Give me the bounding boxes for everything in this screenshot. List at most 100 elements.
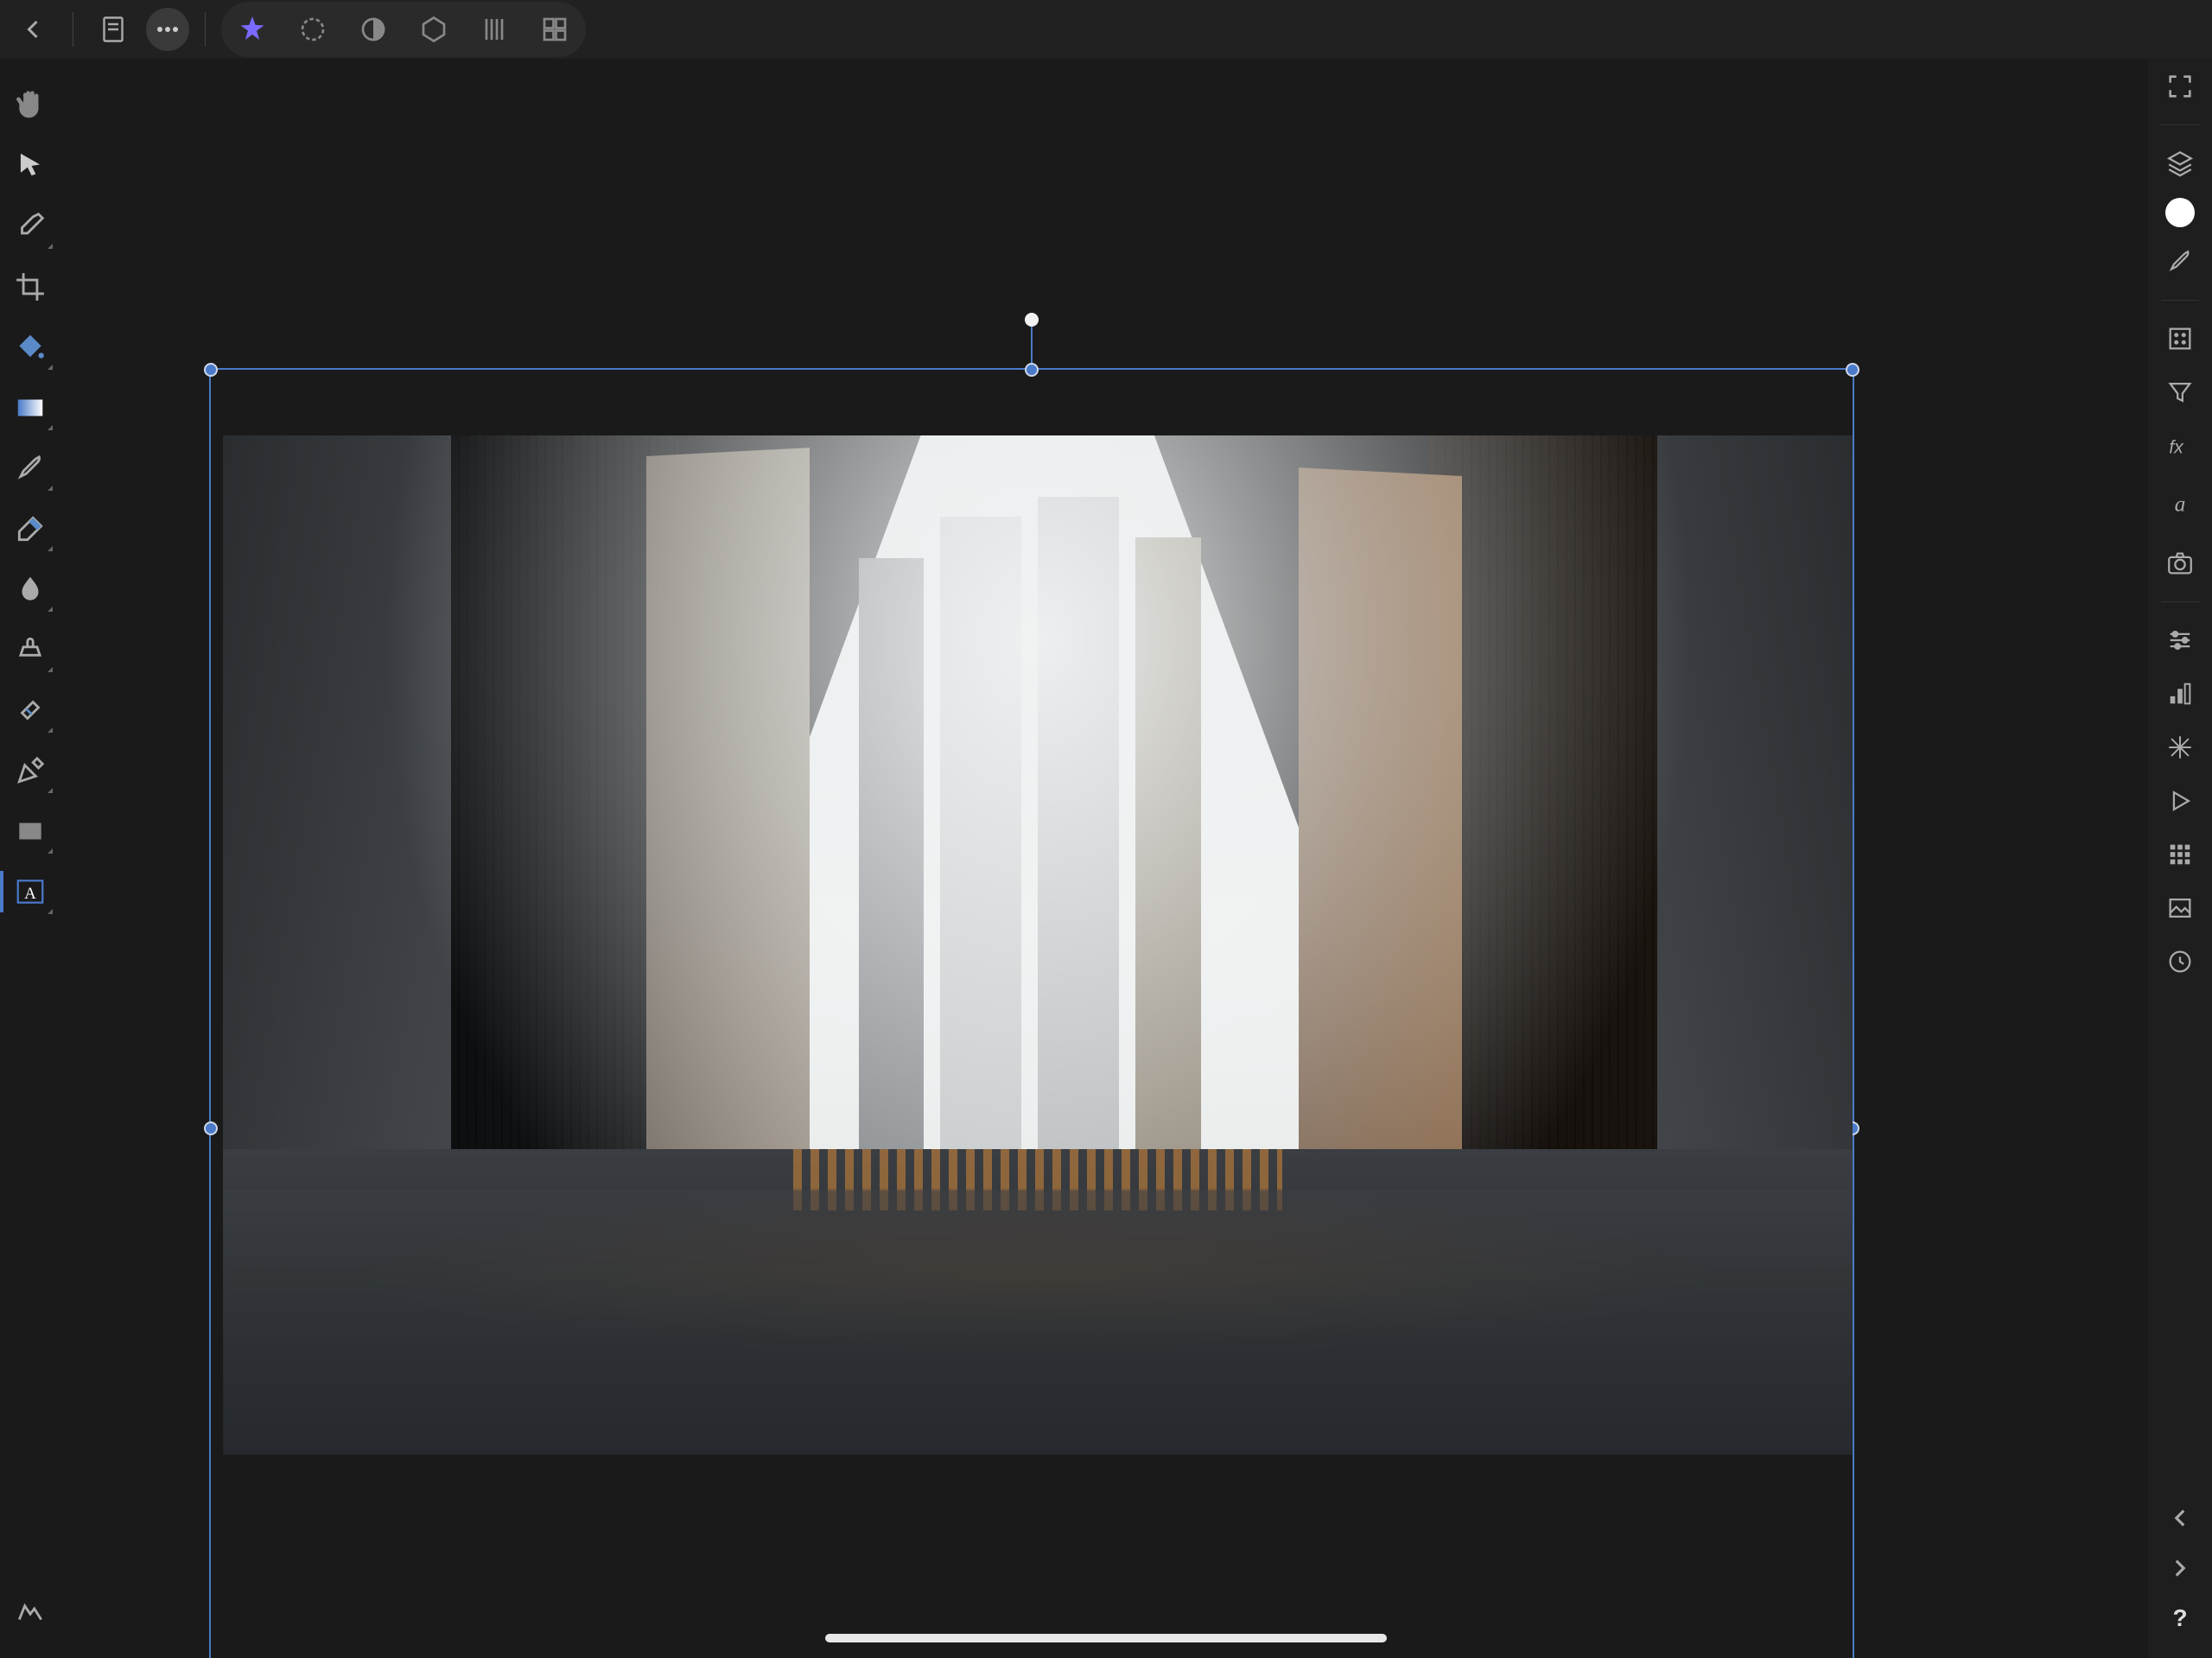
- tonemap-persona-button[interactable]: [410, 5, 458, 54]
- home-indicator[interactable]: [825, 1634, 1387, 1642]
- liquify-persona-button[interactable]: [289, 5, 337, 54]
- channels-icon: [2165, 324, 2195, 353]
- submenu-indicator-icon: [48, 848, 53, 854]
- submenu-indicator-icon: [48, 667, 53, 672]
- more-ellipsis-icon: [152, 14, 183, 45]
- paint-bucket-icon: [14, 331, 47, 364]
- paint-brush-tool[interactable]: [10, 448, 51, 489]
- play-icon: [2165, 786, 2195, 816]
- export-persona-button[interactable]: [470, 5, 518, 54]
- smudge-icon: [14, 573, 47, 606]
- brush-icon: [14, 452, 47, 485]
- right-toolbar: fx a: [2148, 59, 2212, 1658]
- fullscreen-icon: [2165, 72, 2195, 101]
- gradient-icon: [14, 391, 47, 424]
- hand-tool[interactable]: [10, 85, 51, 126]
- document-menu-button[interactable]: [89, 5, 137, 54]
- back-arrow-icon: [17, 14, 48, 45]
- redo-button[interactable]: [2161, 1549, 2199, 1587]
- liquify-persona-icon: [297, 14, 328, 45]
- layers-panel-button[interactable]: [2161, 144, 2199, 182]
- healing-icon: [14, 694, 47, 727]
- develop-persona-button[interactable]: [349, 5, 397, 54]
- smudge-tool[interactable]: [10, 569, 51, 610]
- histogram-panel-button[interactable]: [2161, 675, 2199, 713]
- export-persona-icon: [479, 14, 510, 45]
- clone-stamp-icon: [14, 633, 47, 666]
- placed-image[interactable]: [223, 435, 1853, 1455]
- document-icon: [98, 14, 129, 45]
- fullscreen-button[interactable]: [2161, 67, 2199, 105]
- panorama-persona-button[interactable]: [531, 5, 579, 54]
- filter-funnel-icon: [2165, 378, 2195, 407]
- submenu-indicator-icon: [48, 365, 53, 370]
- resize-handle-ml[interactable]: [204, 1121, 218, 1135]
- text-tool[interactable]: A: [10, 871, 51, 912]
- navigator-panel-button[interactable]: [2161, 782, 2199, 820]
- character-panel-button[interactable]: a: [2161, 480, 2199, 529]
- eyedropper-icon: [14, 210, 47, 243]
- selection-bounds[interactable]: [209, 368, 1854, 1658]
- character-icon: a: [2165, 489, 2195, 518]
- sliders-panel-button[interactable]: [2161, 621, 2199, 659]
- more-button[interactable]: [146, 8, 189, 51]
- move-tool[interactable]: [10, 145, 51, 187]
- photo-persona-button[interactable]: [228, 5, 276, 54]
- undo-button[interactable]: [2161, 1499, 2199, 1537]
- healing-tool[interactable]: [10, 689, 51, 731]
- clone-tool[interactable]: [10, 629, 51, 670]
- adjustments-panel-button[interactable]: [2161, 373, 2199, 411]
- submenu-indicator-icon: [48, 607, 53, 612]
- picture-icon: [2165, 893, 2195, 923]
- quick-mask-icon: [14, 1595, 47, 1628]
- svg-text:fx: fx: [2169, 437, 2184, 458]
- clock-icon: [2165, 947, 2195, 976]
- swatches-panel-button[interactable]: [2161, 835, 2199, 873]
- history-panel-button[interactable]: [2161, 943, 2199, 981]
- fx-icon: fx: [2165, 431, 2195, 461]
- top-toolbar: [0, 0, 2212, 59]
- eyedropper-tool[interactable]: [10, 206, 51, 247]
- arrow-cursor-icon: [14, 149, 47, 182]
- brush-panel-button[interactable]: [2161, 243, 2199, 281]
- hand-icon: [14, 89, 47, 122]
- flood-fill-tool[interactable]: [10, 327, 51, 368]
- erase-tool[interactable]: [10, 508, 51, 549]
- submenu-indicator-icon: [48, 486, 53, 491]
- back-button[interactable]: [9, 5, 57, 54]
- colour-panel-button[interactable]: [2165, 198, 2195, 227]
- resize-handle-tc[interactable]: [1025, 363, 1039, 377]
- erase-icon: [14, 512, 47, 545]
- chevron-right-icon: [2165, 1553, 2195, 1583]
- submenu-indicator-icon: [48, 788, 53, 793]
- separator: [2161, 300, 2199, 301]
- pen-icon: [14, 754, 47, 787]
- app-window: A: [0, 0, 2212, 1658]
- stock-panel-button[interactable]: [2161, 544, 2199, 582]
- persona-switcher: [221, 2, 586, 57]
- panorama-persona-icon: [539, 14, 570, 45]
- left-toolbar: A: [0, 59, 60, 1658]
- rectangle-tool[interactable]: [10, 810, 51, 852]
- photo-persona-icon: [237, 14, 268, 45]
- rotation-handle[interactable]: [1025, 313, 1039, 327]
- right-bottom-group: ?: [2161, 1499, 2199, 1658]
- svg-text:a: a: [2175, 492, 2186, 517]
- chevron-left-icon: [2165, 1503, 2195, 1533]
- histogram-icon: [2165, 679, 2195, 708]
- effects-panel-button[interactable]: fx: [2161, 427, 2199, 465]
- develop-persona-icon: [358, 14, 389, 45]
- quick-mask-tool[interactable]: [10, 1591, 51, 1632]
- canvas[interactable]: [60, 59, 2148, 1658]
- pen-tool[interactable]: [10, 750, 51, 791]
- channels-panel-button[interactable]: [2161, 320, 2199, 358]
- resize-handle-tr[interactable]: [1846, 363, 1859, 377]
- transform-panel-button[interactable]: [2161, 728, 2199, 766]
- crop-tool[interactable]: [10, 266, 51, 308]
- resize-handle-tl[interactable]: [204, 363, 218, 377]
- help-button[interactable]: ?: [2161, 1599, 2199, 1637]
- tonemap-persona-icon: [418, 14, 449, 45]
- gradient-tool[interactable]: [10, 387, 51, 429]
- camera-icon: [2165, 549, 2195, 578]
- assets-panel-button[interactable]: [2161, 889, 2199, 927]
